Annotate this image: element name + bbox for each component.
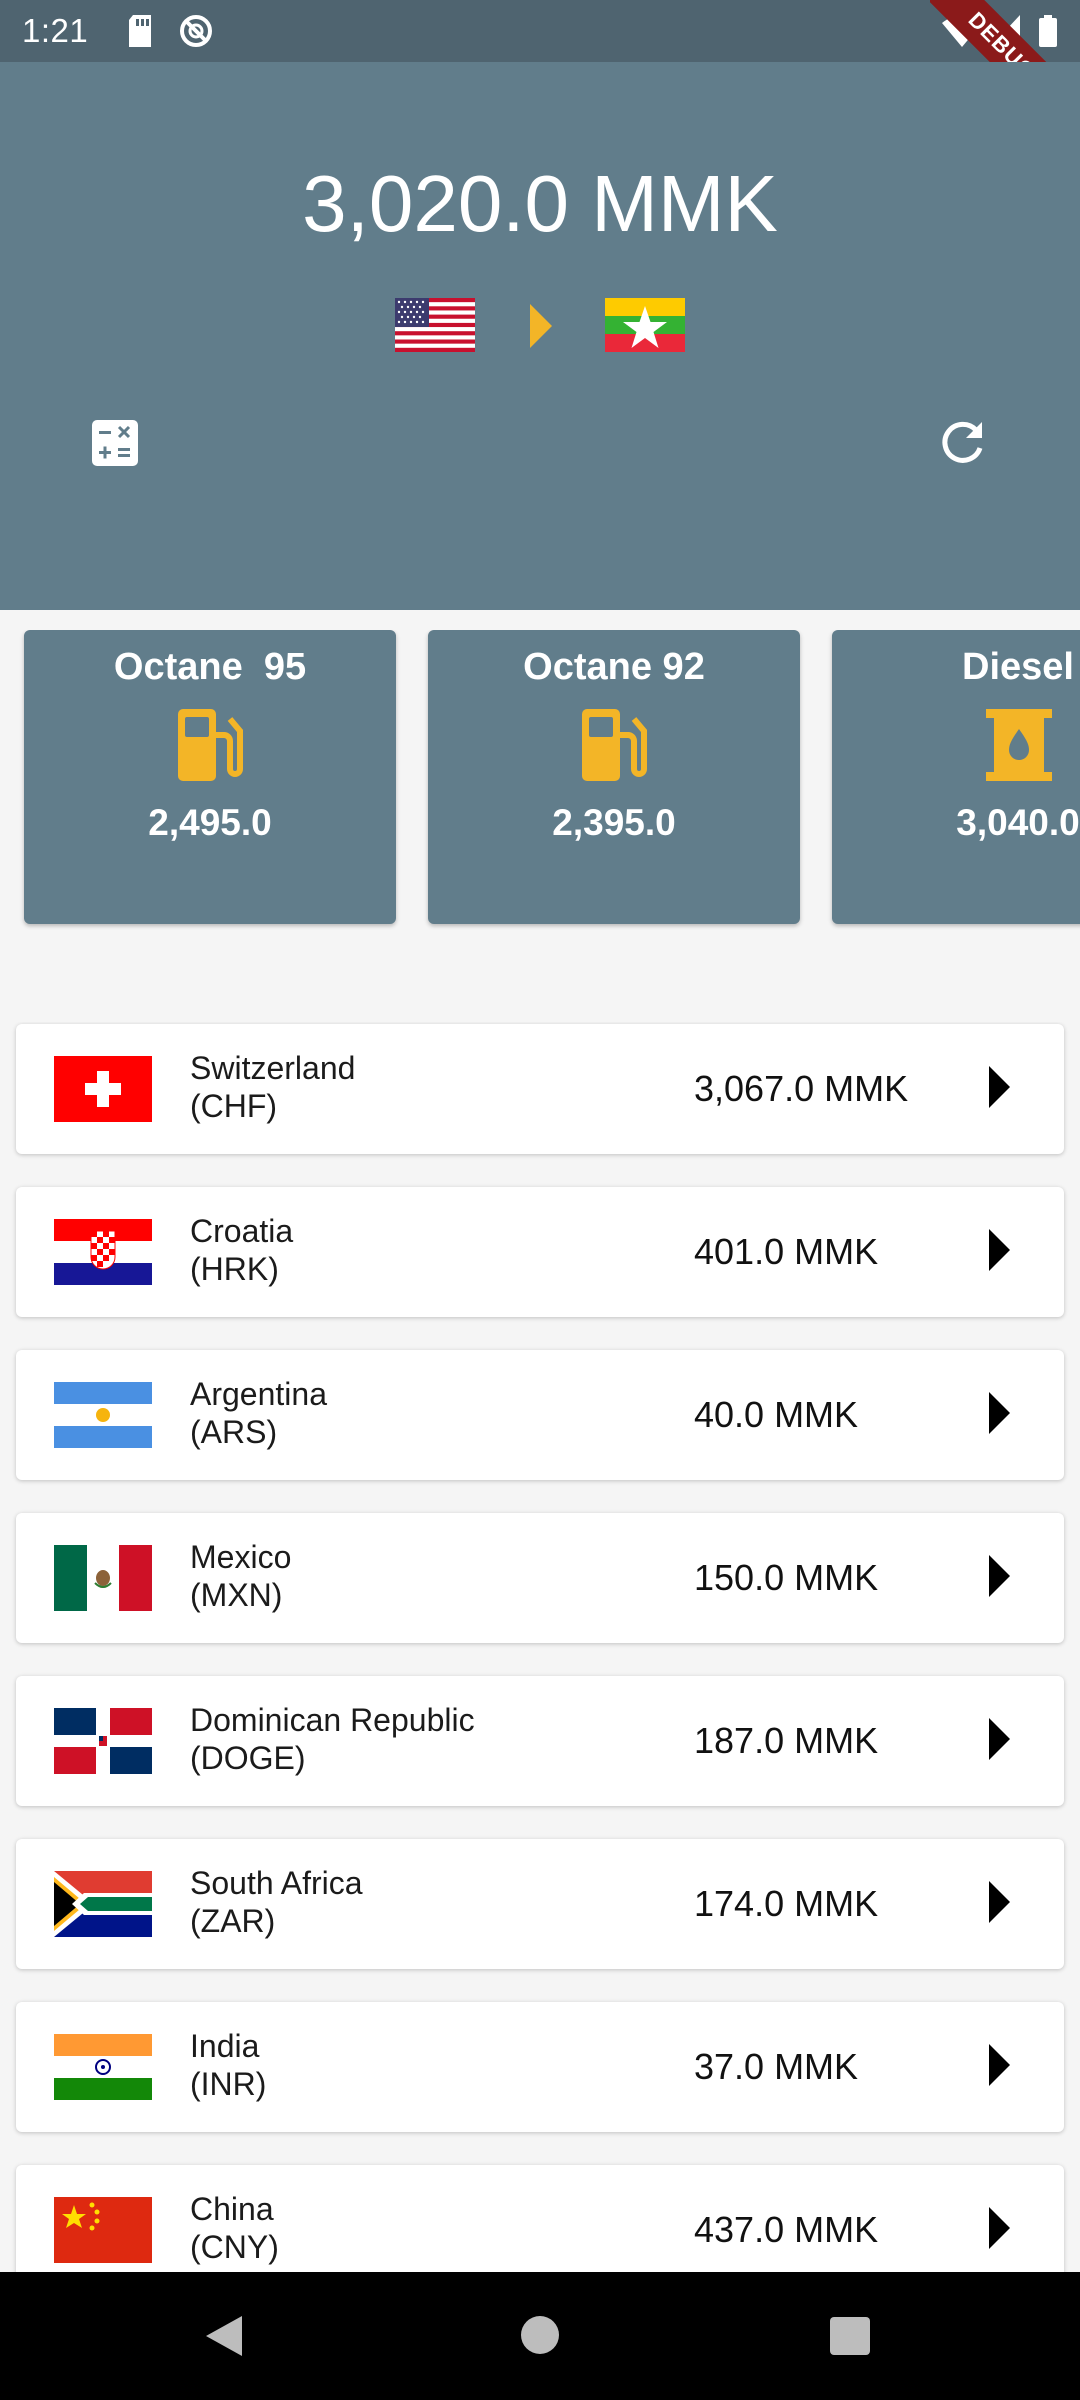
list-item-india[interactable]: India (INR) 37.0 MMK [16, 2002, 1064, 2132]
currency-code: (ARS) [190, 1414, 278, 1450]
exchange-value: 401.0 MMK [694, 1231, 879, 1272]
fuel-price-carousel[interactable]: Octane 95 2,495.0 Octane 92 2,395.0 Dies… [0, 630, 1080, 930]
exchange-rate-title: 3,020.0 MMK [302, 159, 778, 248]
currency-code: (CHF) [190, 1088, 278, 1124]
play-arrow-icon[interactable] [989, 2207, 1010, 2249]
back-icon[interactable] [206, 2316, 242, 2356]
mexico-flag-icon [54, 1545, 152, 1611]
currency-code: (CNY) [190, 2229, 279, 2265]
exchange-value: 40.0 MMK [694, 1394, 859, 1435]
currency-code: (MXN) [190, 1577, 283, 1613]
currency-code: (HRK) [190, 1251, 279, 1287]
do-not-disturb-icon [178, 14, 214, 48]
list-item-south-africa[interactable]: South Africa (ZAR) 174.0 MMK [16, 1839, 1064, 1969]
list-item-dominican-republic[interactable]: Dominican Republic (DOGE) 187.0 MMK [16, 1676, 1064, 1806]
united-states-flag-icon[interactable] [395, 298, 475, 352]
refresh-icon[interactable] [938, 418, 988, 468]
gas-station-icon [178, 709, 243, 781]
list-item-mexico[interactable]: Mexico (MXN) 150.0 MMK [16, 1513, 1064, 1643]
country-name: Switzerland [190, 1050, 356, 1086]
list-item-croatia[interactable]: Croatia (HRK) 401.0 MMK [16, 1187, 1064, 1317]
fuel-card-octane-95[interactable]: Octane 95 2,495.0 [24, 630, 396, 924]
exchange-value: 437.0 MMK [694, 2209, 879, 2250]
fuel-name: Octane 92 [523, 646, 705, 688]
play-arrow-icon[interactable] [989, 1718, 1010, 1760]
play-arrow-icon[interactable] [989, 1881, 1010, 1923]
list-item-argentina[interactable]: Argentina (ARS) 40.0 MMK [16, 1350, 1064, 1480]
myanmar-flag-icon[interactable] [605, 298, 685, 352]
fuel-price: 3,040.0 [956, 802, 1080, 843]
currency-code: (DOGE) [190, 1740, 306, 1776]
china-flag-icon [54, 2197, 152, 2263]
country-name: South Africa [190, 1865, 363, 1901]
home-icon[interactable] [521, 2316, 559, 2354]
exchange-value: 37.0 MMK [694, 2046, 859, 2087]
exchange-value: 150.0 MMK [694, 1557, 879, 1598]
list-item-china[interactable]: China (CNY) 437.0 MMK [16, 2165, 1064, 2272]
play-arrow-icon[interactable] [989, 1066, 1010, 1108]
system-navigation-bar [0, 2272, 1080, 2400]
fuel-price: 2,395.0 [552, 802, 676, 843]
list-item-switzerland[interactable]: Switzerland (CHF) 3,067.0 MMK [16, 1024, 1064, 1154]
fuel-name: Octane 95 [113, 646, 307, 688]
play-arrow-icon[interactable] [989, 1555, 1010, 1597]
dominican-republic-flag-icon [54, 1708, 152, 1774]
exchange-value: 174.0 MMK [694, 1883, 879, 1924]
fuel-name: Diesel [962, 646, 1074, 688]
exchange-value: 187.0 MMK [694, 1720, 879, 1761]
status-bar: 1:21 DEBUG [0, 0, 1080, 150]
country-name: China [190, 2191, 274, 2227]
exchange-value: 3,067.0 MMK [694, 1068, 909, 1109]
croatia-flag-icon [54, 1219, 152, 1285]
play-arrow-icon[interactable] [989, 2044, 1010, 2086]
fuel-card-octane-92[interactable]: Octane 92 2,395.0 [428, 630, 800, 924]
fuel-card-diesel[interactable]: Diesel 3,040.0 [832, 630, 1080, 924]
gas-station-icon [582, 709, 647, 781]
recents-icon[interactable] [830, 2317, 870, 2355]
country-name: India [190, 2028, 260, 2064]
sd-card-icon [126, 14, 154, 48]
conversion-arrow-icon [530, 304, 552, 348]
status-time: 1:21 [22, 12, 89, 49]
rate-header: 3,020.0 MMK [0, 62, 1080, 610]
calculator-icon[interactable] [90, 418, 140, 468]
country-name: Dominican Republic [190, 1702, 475, 1738]
currency-code: (INR) [190, 2066, 267, 2102]
country-name: Argentina [190, 1376, 327, 1412]
argentina-flag-icon [54, 1382, 152, 1448]
currency-code: (ZAR) [190, 1903, 276, 1939]
country-name: Mexico [190, 1539, 292, 1575]
oil-barrel-icon [986, 709, 1052, 781]
south-africa-flag-icon [54, 1871, 152, 1937]
play-arrow-icon[interactable] [989, 1229, 1010, 1271]
country-name: Croatia [190, 1213, 294, 1249]
fuel-price: 2,495.0 [148, 802, 272, 843]
switzerland-flag-icon [54, 1056, 152, 1122]
india-flag-icon [54, 2034, 152, 2100]
currency-list[interactable]: Switzerland (CHF) 3,067.0 MMK Croatia (H… [0, 1022, 1080, 2272]
play-arrow-icon[interactable] [989, 1392, 1010, 1434]
